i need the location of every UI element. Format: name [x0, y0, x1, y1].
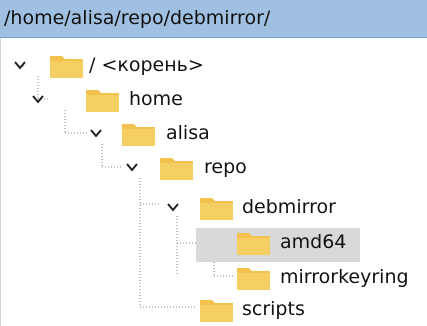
chevron-down-icon[interactable]	[166, 200, 180, 214]
current-path: /home/alisa/repo/debmirror/	[4, 7, 271, 29]
tree-node-label: debmirror	[242, 196, 336, 218]
tree-node-label: scripts	[242, 298, 305, 320]
chevron-down-icon[interactable]	[89, 126, 103, 140]
folder-icon	[160, 158, 193, 180]
tree-node-label: mirrorkeyring	[280, 266, 409, 288]
tree-node-debmirror[interactable]: debmirror	[1, 190, 361, 224]
tree-node-label: alisa	[166, 122, 210, 144]
tree-node-label: home	[129, 88, 183, 110]
tree-node-scripts[interactable]: scripts	[1, 292, 321, 326]
tree-node-amd64[interactable]: amd64	[1, 225, 361, 259]
folder-icon	[200, 198, 233, 220]
tree-node-mirrorkeyring[interactable]: mirrorkeyring	[1, 260, 427, 294]
chevron-down-icon[interactable]	[125, 160, 139, 174]
tree-node-root[interactable]: / <корень>	[1, 48, 231, 82]
tree-node-label: / <корень>	[89, 54, 204, 76]
tree-node-label: amd64	[280, 231, 347, 253]
tree-node-repo[interactable]: repo	[1, 150, 261, 184]
path-bar[interactable]: /home/alisa/repo/debmirror/	[0, 0, 427, 38]
folder-icon	[200, 300, 233, 322]
chevron-down-icon[interactable]	[13, 58, 27, 72]
tree-node-home[interactable]: home	[1, 82, 201, 116]
tree-node-label: repo	[204, 156, 247, 178]
folder-icon	[237, 233, 270, 255]
chevron-down-icon[interactable]	[31, 92, 45, 106]
tree-node-alisa[interactable]: alisa	[1, 116, 221, 150]
folder-icon	[50, 56, 83, 78]
folder-icon	[237, 268, 270, 290]
folder-tree[interactable]: / <корень> home alisa repo debmirror amd…	[0, 38, 427, 326]
folder-icon	[86, 90, 119, 112]
folder-icon	[122, 124, 155, 146]
